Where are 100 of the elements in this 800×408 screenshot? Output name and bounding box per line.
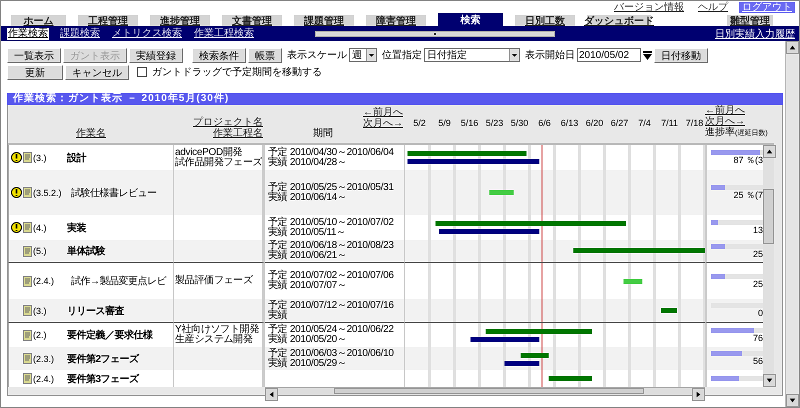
week-label: 6/20 bbox=[584, 118, 604, 129]
task-name[interactable]: 設計 bbox=[67, 150, 86, 164]
nav-tab[interactable]: 障害管理 bbox=[366, 15, 426, 26]
toolbar-button[interactable]: 更新 bbox=[7, 64, 63, 80]
nav-tab[interactable]: 進捗管理 bbox=[150, 15, 210, 26]
week-label: 6/27 bbox=[610, 118, 630, 129]
document-icon[interactable] bbox=[23, 246, 32, 256]
scroll-down-button[interactable] bbox=[763, 374, 776, 387]
document-icon[interactable] bbox=[23, 305, 32, 316]
document-icon[interactable] bbox=[23, 187, 32, 198]
week-label: 7/11 bbox=[660, 118, 679, 129]
sub-tab[interactable]: メトリクス検索 bbox=[111, 28, 183, 40]
project-header[interactable]: プロジェクト名 bbox=[193, 117, 263, 128]
scroll-thumb[interactable] bbox=[763, 188, 774, 244]
toolbar-button[interactable]: 帳票 bbox=[248, 48, 282, 62]
period-header: 期間 bbox=[313, 128, 333, 139]
week-label: 5/30 bbox=[510, 118, 530, 129]
nav-tab[interactable]: 雛型管理 bbox=[727, 15, 773, 26]
actual-bar bbox=[504, 361, 540, 366]
scroll-thumb[interactable] bbox=[334, 388, 644, 394]
toolbar-button[interactable]: キャンセル bbox=[65, 64, 129, 80]
task-name[interactable]: 試験仕様書レビュー bbox=[71, 186, 156, 200]
document-icon[interactable] bbox=[23, 222, 32, 233]
actual-period: 実績 2010/05/20～ bbox=[268, 335, 347, 345]
wbs-number: (5.) bbox=[33, 246, 48, 256]
document-icon[interactable] bbox=[23, 152, 32, 163]
wbs-number: (3.) bbox=[33, 306, 48, 316]
position-select[interactable]: 日付指定 bbox=[424, 48, 520, 62]
task-name[interactable]: 要件第2フェーズ bbox=[67, 352, 139, 366]
task-name[interactable]: 試作→製品変更点レビ bbox=[71, 274, 166, 288]
position-label: 位置指定 bbox=[382, 48, 422, 62]
plan-bar bbox=[661, 308, 677, 313]
scale-select[interactable]: 週 bbox=[349, 48, 377, 62]
plan-period: 予定 2010/07/02～2010/07/06 bbox=[268, 271, 394, 281]
actual-period: 実績 2010/05/29～ bbox=[268, 358, 347, 368]
scroll-down-button[interactable] bbox=[786, 394, 799, 407]
drag-checkbox[interactable] bbox=[137, 67, 147, 77]
alert-icon[interactable] bbox=[11, 187, 22, 198]
document-icon[interactable] bbox=[23, 330, 32, 340]
progress-value: 25 ％(7 bbox=[732, 190, 763, 200]
wbs-number: (2.4.) bbox=[33, 276, 56, 286]
week-label: 5/2 bbox=[412, 118, 427, 129]
sub-tab[interactable]: 課題検索 bbox=[59, 28, 101, 40]
start-date-field[interactable]: 2010/05/02 bbox=[577, 48, 641, 62]
task-name[interactable]: 単体試験 bbox=[67, 244, 105, 258]
document-icon[interactable] bbox=[23, 276, 32, 286]
toolbar-button[interactable]: 実績登録 bbox=[129, 48, 183, 62]
task-name[interactable]: リリース審査 bbox=[67, 304, 124, 318]
nav-tab[interactable]: 検索 bbox=[438, 13, 503, 26]
task-name[interactable]: 実装 bbox=[67, 220, 86, 234]
nav-tab[interactable]: ダッシュボード bbox=[587, 15, 651, 26]
nav-tab[interactable]: 日別工数 bbox=[515, 15, 575, 26]
progress-value: 25 bbox=[752, 278, 763, 288]
document-icon[interactable] bbox=[23, 353, 32, 364]
prev-month-link[interactable]: ←前月へ bbox=[705, 105, 745, 116]
actual-period: 実績 bbox=[268, 310, 288, 320]
week-label: 5/16 bbox=[460, 118, 480, 129]
top-link[interactable]: バージョン情報 bbox=[611, 2, 687, 12]
nav-tab[interactable]: 文書管理 bbox=[222, 15, 282, 26]
nav-tab[interactable]: ホーム bbox=[11, 15, 66, 26]
task-name[interactable]: 要件定義／要求仕様 bbox=[67, 328, 152, 342]
scroll-right-button[interactable] bbox=[692, 388, 705, 401]
sub-tab[interactable]: 作業検索 bbox=[7, 28, 49, 40]
plan-bar bbox=[489, 190, 514, 195]
next-month-link[interactable]: 次月へ→ bbox=[363, 118, 403, 129]
progress-value: 87 ％(3 bbox=[732, 155, 763, 165]
next-month-link[interactable]: 次月へ→ bbox=[705, 116, 745, 127]
nav-tab[interactable]: 工程管理 bbox=[78, 15, 138, 26]
plan-period: 予定 2010/07/12～2010/07/16 bbox=[268, 300, 394, 310]
wbs-number: (3.5.2.) bbox=[33, 188, 63, 198]
top-link[interactable]: ヘルプ bbox=[695, 2, 731, 12]
progress-value: 13 bbox=[752, 225, 763, 235]
calendar-dropdown-icon[interactable] bbox=[643, 50, 652, 60]
task-name[interactable]: 要件第3フェーズ bbox=[67, 372, 139, 386]
collapse-bar[interactable] bbox=[315, 30, 555, 36]
project-name: advicePOD開発 bbox=[175, 148, 242, 158]
top-link[interactable]: ログアウト bbox=[739, 2, 795, 12]
scroll-up-button[interactable] bbox=[763, 145, 776, 158]
toolbar-button[interactable]: 検索条件 bbox=[192, 48, 246, 62]
prev-month-link[interactable]: ←前月へ bbox=[363, 107, 403, 118]
date-move-button[interactable]: 日付移動 bbox=[654, 48, 708, 62]
progress-value: 76 bbox=[752, 332, 763, 342]
task-header[interactable]: 作業名 bbox=[76, 128, 106, 139]
start-date-label: 表示開始日 bbox=[525, 48, 575, 62]
alert-icon[interactable] bbox=[11, 222, 22, 233]
week-label: 5/23 bbox=[484, 118, 504, 129]
plan-bar bbox=[548, 376, 592, 381]
nav-tab[interactable]: 課題管理 bbox=[294, 15, 354, 26]
scroll-up-button[interactable] bbox=[786, 41, 799, 54]
scroll-left-button[interactable] bbox=[265, 388, 278, 401]
phase-header[interactable]: 作業工程名 bbox=[213, 128, 263, 139]
history-link[interactable]: 日別実績入力履歴 bbox=[715, 26, 795, 40]
plan-bar bbox=[624, 279, 642, 284]
week-label: 6/13 bbox=[560, 118, 580, 129]
wbs-number: (2.) bbox=[33, 330, 48, 340]
document-icon[interactable] bbox=[23, 373, 32, 384]
sub-tab[interactable]: 作業工程検索 bbox=[193, 28, 255, 40]
toolbar-button[interactable]: 一覧表示 bbox=[7, 48, 61, 62]
actual-period: 実績 2010/07/07～ bbox=[268, 281, 347, 291]
alert-icon[interactable] bbox=[11, 152, 22, 163]
